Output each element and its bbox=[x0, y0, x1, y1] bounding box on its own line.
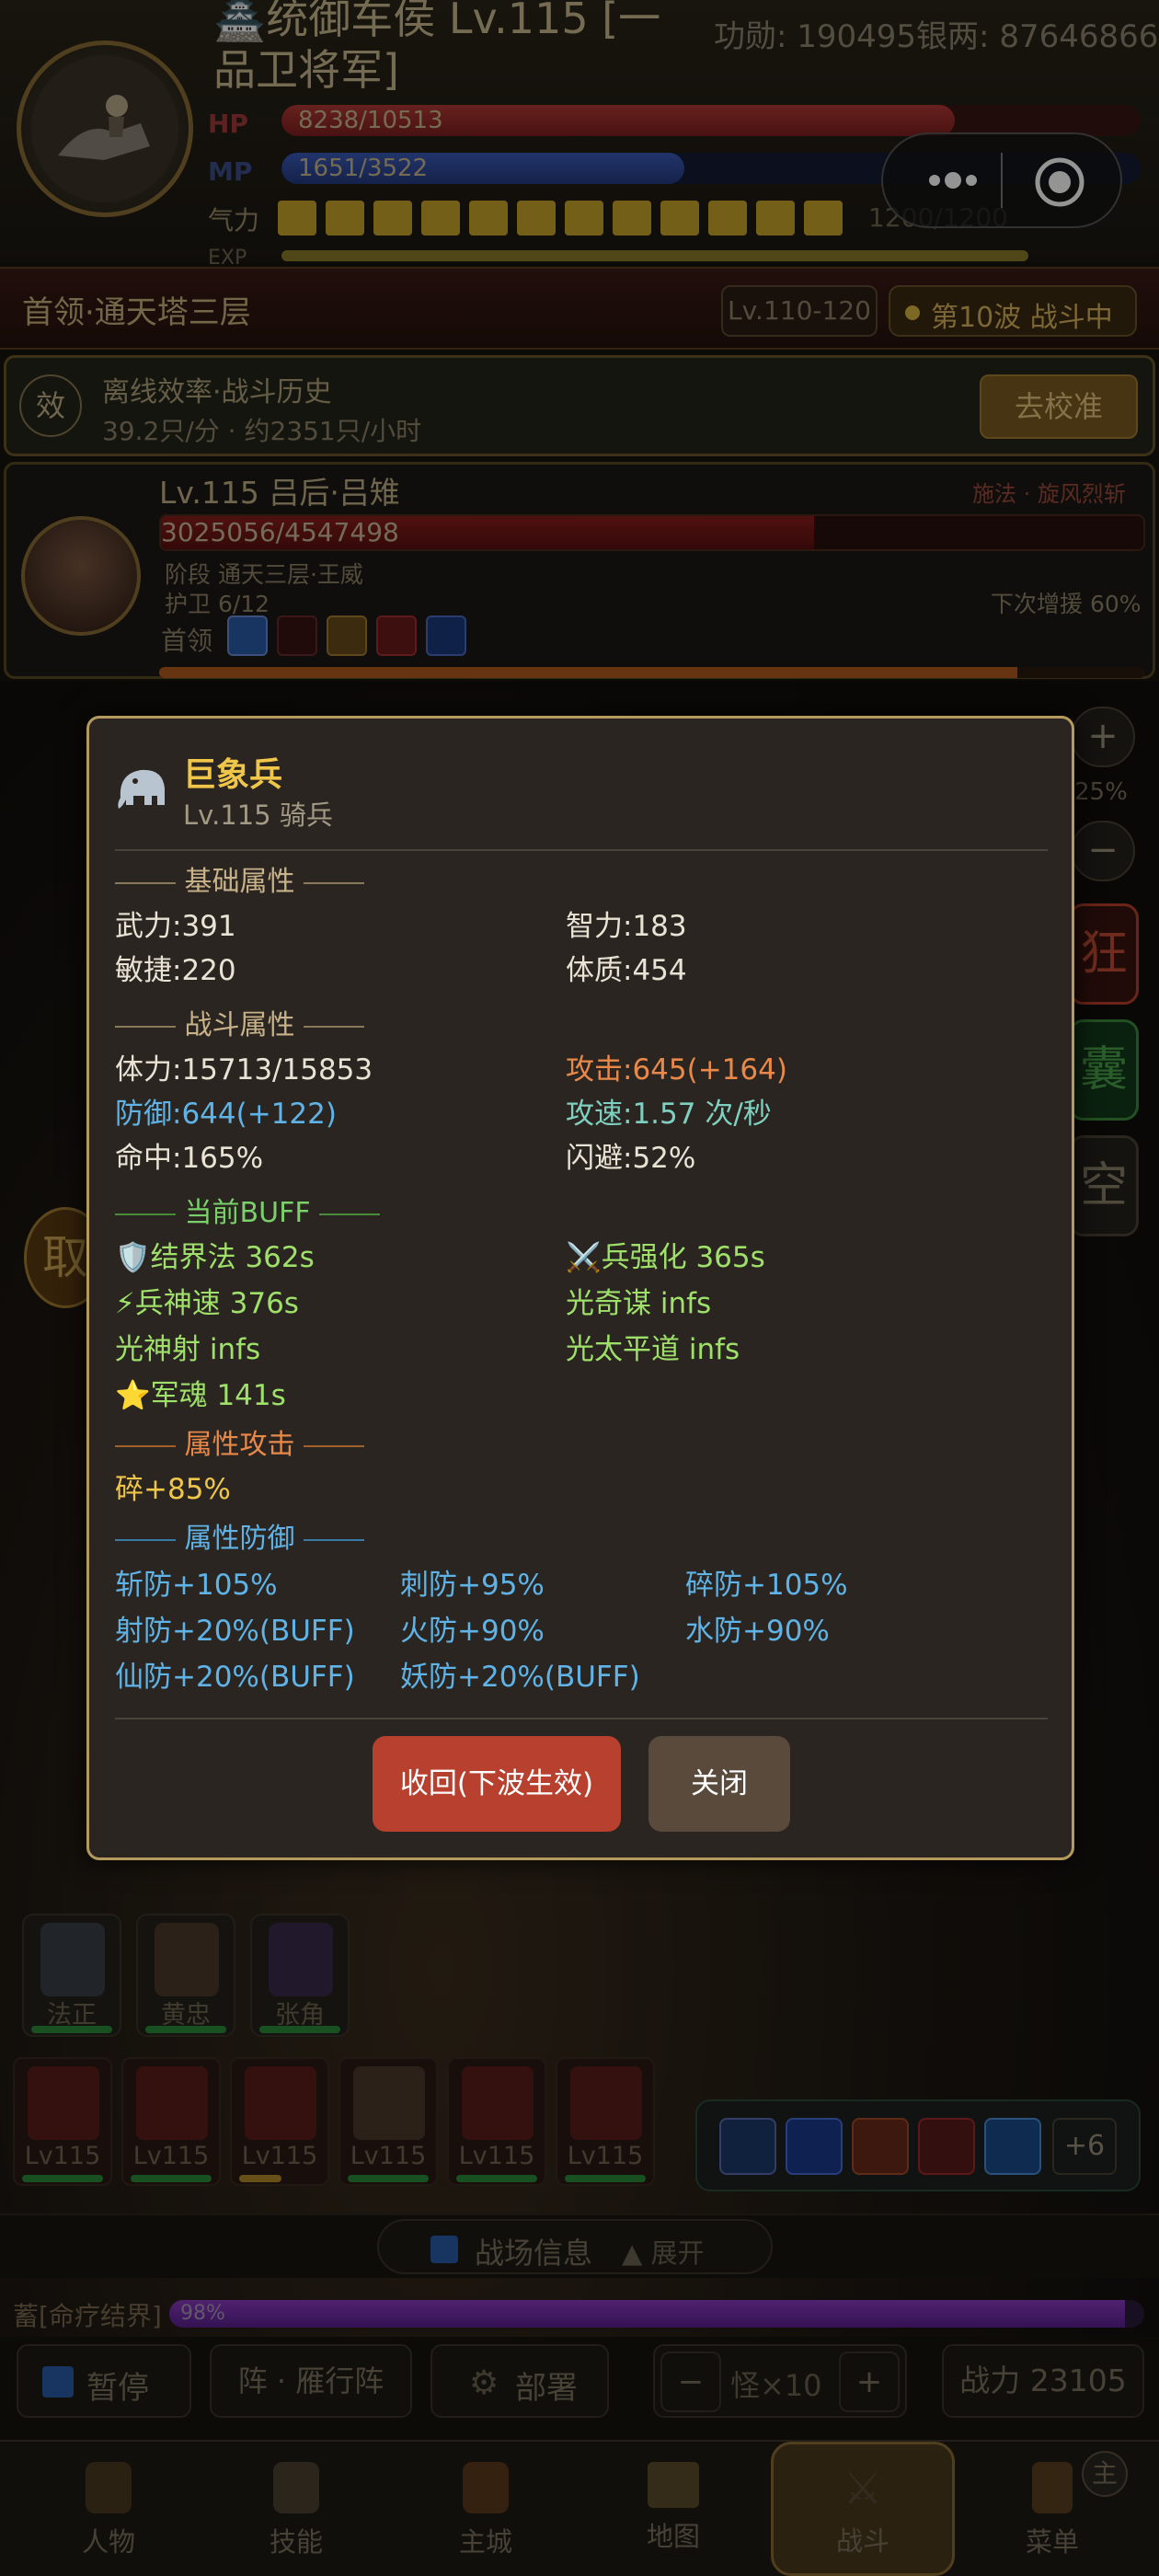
close-button[interactable]: 关闭 bbox=[648, 1736, 790, 1832]
attr-defense-header: 属性防御 bbox=[115, 1521, 365, 1558]
attr-attack: 攻击:645(+164) bbox=[566, 1053, 787, 1087]
def-shoot: 射防+20%(BUFF) bbox=[115, 1615, 355, 1648]
battle-attr-header: 战斗属性 bbox=[115, 1007, 365, 1044]
def-immortal: 仙防+20%(BUFF) bbox=[115, 1661, 355, 1694]
attr-dodge: 闪避:52% bbox=[566, 1142, 696, 1175]
divider bbox=[115, 849, 1048, 851]
buff-divine-speed: ⚡兵神速 376s bbox=[115, 1287, 299, 1320]
def-pierce: 刺防+95% bbox=[400, 1569, 545, 1602]
attr-intellect: 智力:183 bbox=[566, 910, 687, 943]
unit-subtitle: Lv.115 骑兵 bbox=[183, 799, 333, 831]
attr-attack-speed: 攻速:1.57 次/秒 bbox=[566, 1098, 772, 1131]
def-demon: 妖防+20%(BUFF) bbox=[400, 1661, 640, 1694]
buff-taiping: 光太平道 infs bbox=[566, 1333, 740, 1366]
buff-strategy: 光奇谋 infs bbox=[566, 1287, 712, 1320]
attr-constitution: 体质:454 bbox=[566, 954, 687, 987]
divider bbox=[115, 1718, 1048, 1719]
buff-troop-boost: ⚔️兵强化 365s bbox=[566, 1241, 765, 1274]
elephant-icon bbox=[115, 761, 170, 816]
unit-name: 巨象兵 bbox=[183, 756, 283, 794]
attr-attack-value: 碎+85% bbox=[115, 1473, 231, 1506]
basic-attr-header: 基础属性 bbox=[115, 864, 365, 901]
attr-attack-header: 属性攻击 bbox=[115, 1427, 365, 1464]
buff-army-soul: ⭐军魂 141s bbox=[115, 1379, 286, 1412]
attr-strength: 武力:391 bbox=[115, 910, 236, 943]
def-slash: 斩防+105% bbox=[115, 1569, 278, 1602]
def-fire: 火防+90% bbox=[400, 1615, 545, 1648]
buff-header: 当前BUFF bbox=[115, 1195, 381, 1232]
attr-agility: 敏捷:220 bbox=[115, 954, 236, 987]
attr-hit: 命中:165% bbox=[115, 1142, 264, 1175]
def-water: 水防+90% bbox=[685, 1615, 830, 1648]
buff-divine-shot: 光神射 infs bbox=[115, 1333, 261, 1366]
attr-stamina: 体力:15713/15853 bbox=[115, 1053, 373, 1087]
unit-detail-modal: 巨象兵 Lv.115 骑兵 基础属性 武力:391 智力:183 敏捷:220 … bbox=[86, 716, 1074, 1860]
recall-button[interactable]: 收回(下波生效) bbox=[373, 1736, 621, 1832]
attr-defense: 防御:644(+122) bbox=[115, 1098, 337, 1131]
buff-barrier: 🛡️结界法 362s bbox=[115, 1241, 315, 1274]
def-crush: 碎防+105% bbox=[685, 1569, 848, 1602]
